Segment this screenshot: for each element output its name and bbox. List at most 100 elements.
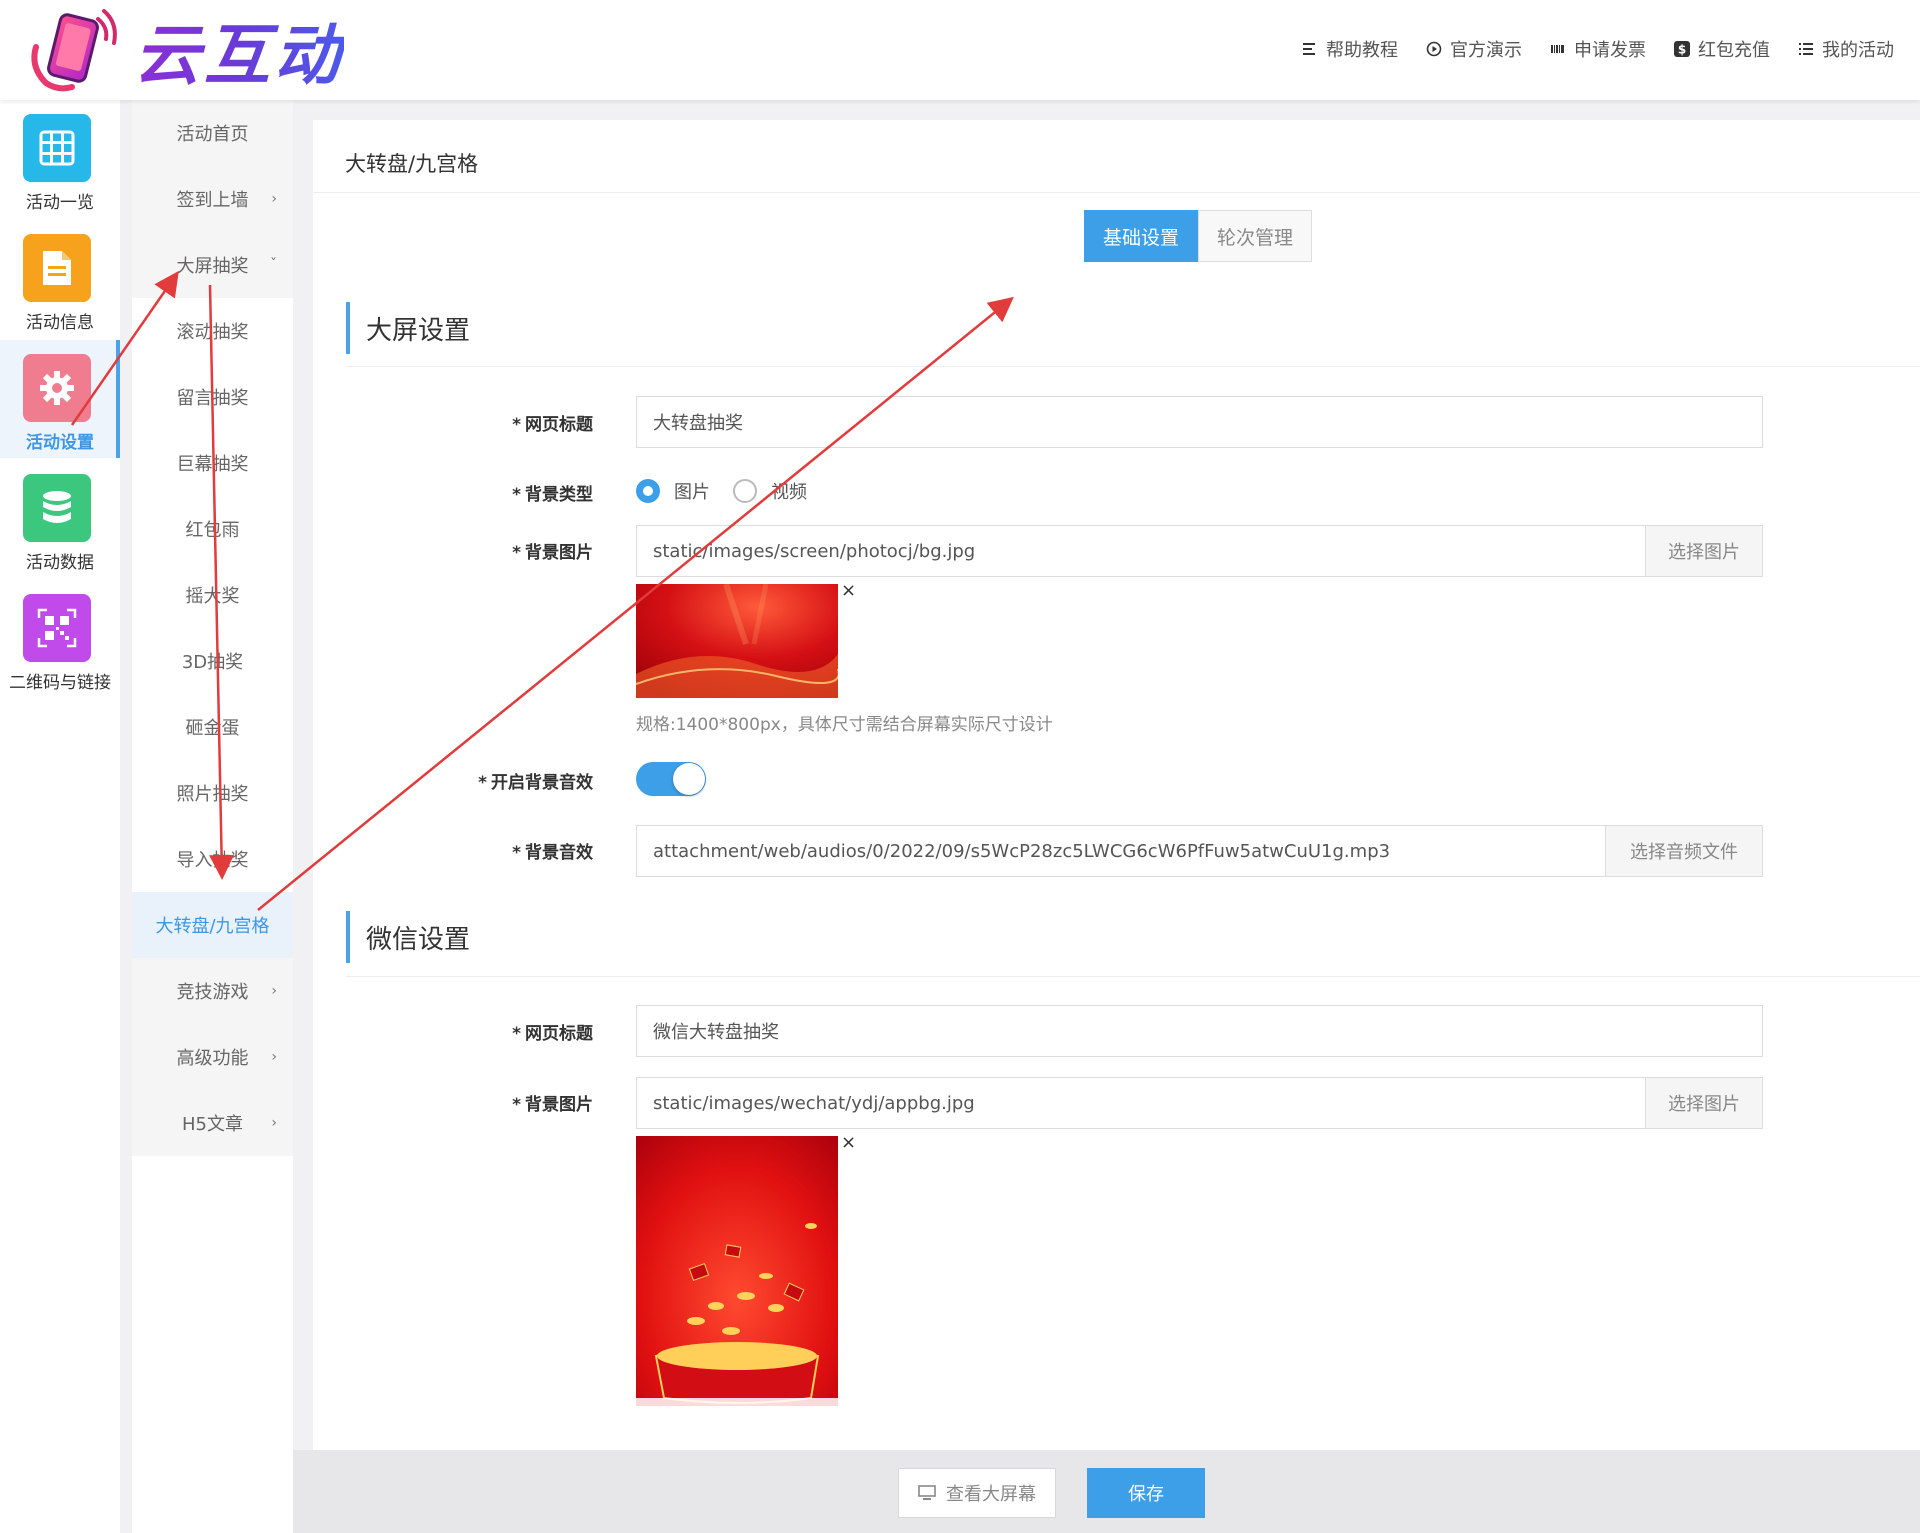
rail-item-activity-data[interactable]: 活动数据 bbox=[0, 460, 120, 578]
subnav-item-red-packet-rain[interactable]: 红包雨 bbox=[132, 496, 293, 562]
chevron-right-icon: › bbox=[271, 983, 277, 999]
divider bbox=[346, 976, 1920, 977]
rail-label: 活动数据 bbox=[26, 553, 94, 573]
radio-label: 图片 bbox=[674, 482, 710, 503]
bg-type-image-radio[interactable]: 图片 bbox=[636, 478, 710, 504]
nav-invoice-label: 申请发票 bbox=[1574, 40, 1646, 61]
radio-empty-icon bbox=[733, 479, 757, 503]
top-header: 云互动 帮助教程 官方演示 申请发票 $ 红包充值 我的活动 bbox=[0, 0, 1920, 100]
subnav-label: 高级功能 bbox=[176, 1048, 249, 1069]
subnav-label: 3D抽奖 bbox=[181, 652, 244, 673]
nav-help-label: 帮助教程 bbox=[1326, 40, 1398, 61]
view-screen-button[interactable]: 查看大屏幕 bbox=[898, 1468, 1056, 1518]
screen-page-title-input[interactable]: 大转盘抽奖 bbox=[636, 396, 1763, 448]
rail-item-qrcode-link[interactable]: 二维码与链接 bbox=[0, 580, 120, 698]
qrcode-icon bbox=[23, 594, 91, 662]
settings-tabs: 基础设置 轮次管理 bbox=[1084, 210, 1313, 262]
subnav-label: H5文章 bbox=[182, 1114, 243, 1135]
close-icon[interactable]: × bbox=[841, 580, 856, 601]
required-mark: * bbox=[512, 1024, 521, 1044]
subnav-item-games[interactable]: 竞技游戏 › bbox=[132, 958, 293, 1024]
rail-label: 活动设置 bbox=[26, 433, 94, 453]
image-spec-hint: 规格:1400*800px，具体尺寸需结合屏幕实际尺寸设计 bbox=[636, 715, 1053, 735]
rail-label: 二维码与链接 bbox=[9, 673, 111, 693]
subnav-label: 活动首页 bbox=[176, 124, 249, 145]
nav-invoice[interactable]: 申请发票 bbox=[1550, 36, 1646, 62]
subnav-item-import-lottery[interactable]: 导入抽奖 bbox=[132, 826, 293, 892]
wechat-page-title-input[interactable]: 微信大转盘抽奖 bbox=[636, 1005, 1763, 1057]
subnav-item-shake-prize[interactable]: 摇大奖 bbox=[132, 562, 293, 628]
label-text: 背景图片 bbox=[525, 1095, 593, 1115]
chevron-right-icon: › bbox=[271, 191, 277, 207]
radio-label: 视频 bbox=[771, 482, 807, 503]
required-mark: * bbox=[512, 843, 521, 863]
list-icon bbox=[1303, 43, 1315, 55]
subnav-item-3d-lottery[interactable]: 3D抽奖 bbox=[132, 628, 293, 694]
rail-label: 活动一览 bbox=[26, 193, 94, 213]
subnav-item-giant-lottery[interactable]: 巨幕抽奖 bbox=[132, 430, 293, 496]
logo[interactable]: 云互动 bbox=[28, 6, 344, 94]
subnav-item-screen-lottery[interactable]: 大屏抽奖 ˇ bbox=[132, 232, 293, 298]
gear-icon bbox=[23, 354, 91, 422]
subnav-item-wheel-grid[interactable]: 大转盘/九宫格 bbox=[132, 892, 293, 958]
rail-item-activity-info[interactable]: 活动信息 bbox=[0, 220, 120, 338]
icon-rail: 活动一览 活动信息 活动设置 活动数据 二维码与链接 bbox=[0, 100, 120, 1533]
choose-image-button[interactable]: 选择图片 bbox=[1645, 1077, 1763, 1129]
toggle-knob bbox=[673, 763, 705, 795]
section-title-screen: 大屏设置 bbox=[346, 302, 470, 354]
wechat-bg-image-input[interactable]: static/images/wechat/ydj/appbg.jpg bbox=[636, 1077, 1646, 1129]
subnav-item-golden-egg[interactable]: 砸金蛋 bbox=[132, 694, 293, 760]
tab-round-management[interactable]: 轮次管理 bbox=[1198, 210, 1313, 262]
subnav-item-message-lottery[interactable]: 留言抽奖 bbox=[132, 364, 293, 430]
bg-type-video-radio[interactable]: 视频 bbox=[733, 478, 807, 504]
nav-recharge[interactable]: $ 红包充值 bbox=[1674, 36, 1770, 62]
bg-sound-toggle-label: * 开启背景音效 bbox=[313, 768, 593, 793]
subnav-label: 砸金蛋 bbox=[185, 718, 240, 739]
required-mark: * bbox=[512, 1095, 521, 1115]
rail-item-activity-settings[interactable]: 活动设置 bbox=[0, 340, 120, 458]
play-circle-icon bbox=[1426, 41, 1442, 57]
view-screen-label: 查看大屏幕 bbox=[946, 1484, 1036, 1505]
choose-audio-button[interactable]: 选择音频文件 bbox=[1605, 825, 1763, 877]
rail-label: 活动信息 bbox=[26, 313, 94, 333]
subnav-label: 摇大奖 bbox=[185, 586, 240, 607]
subnav-label: 大转盘/九宫格 bbox=[155, 916, 270, 937]
required-mark: * bbox=[512, 485, 521, 505]
subnav-item-home[interactable]: 活动首页 bbox=[132, 100, 293, 166]
chevron-down-icon: ˇ bbox=[270, 257, 277, 273]
bg-sound-input[interactable]: attachment/web/audios/0/2022/09/s5WcP28z… bbox=[636, 825, 1606, 877]
wechat-bg-image-label: * 背景图片 bbox=[313, 1090, 593, 1115]
page-title: 大转盘/九宫格 bbox=[345, 152, 479, 176]
document-icon bbox=[23, 234, 91, 302]
nav-demo[interactable]: 官方演示 bbox=[1426, 36, 1522, 62]
monitor-icon bbox=[918, 1485, 936, 1500]
divider bbox=[313, 192, 1920, 193]
footer-bar: 查看大屏幕 保存 bbox=[293, 1450, 1920, 1533]
close-icon[interactable]: × bbox=[841, 1132, 856, 1153]
nav-my-activity[interactable]: 我的活动 bbox=[1798, 36, 1894, 62]
screen-bg-image-input[interactable]: static/images/screen/photocj/bg.jpg bbox=[636, 525, 1646, 577]
label-text: 网页标题 bbox=[525, 415, 593, 435]
tab-basic-settings[interactable]: 基础设置 bbox=[1084, 210, 1199, 262]
top-nav: 帮助教程 官方演示 申请发票 $ 红包充值 我的活动 bbox=[1302, 36, 1894, 62]
subnav-label: 照片抽奖 bbox=[176, 784, 249, 805]
save-button[interactable]: 保存 bbox=[1087, 1468, 1205, 1518]
nav-help[interactable]: 帮助教程 bbox=[1302, 36, 1398, 62]
radio-selected-icon bbox=[636, 479, 660, 503]
nav-recharge-label: 红包充值 bbox=[1698, 40, 1770, 61]
subnav-item-photo-lottery[interactable]: 照片抽奖 bbox=[132, 760, 293, 826]
bg-sound-toggle[interactable] bbox=[636, 762, 706, 796]
label-text: 开启背景音效 bbox=[491, 773, 593, 793]
choose-image-button[interactable]: 选择图片 bbox=[1645, 525, 1763, 577]
main-panel: 大转盘/九宫格 基础设置 轮次管理 大屏设置 * 网页标题 大转盘抽奖 * 背景类型… bbox=[313, 120, 1920, 1450]
rail-item-activity-list[interactable]: 活动一览 bbox=[0, 100, 120, 218]
section-title-wechat: 微信设置 bbox=[346, 911, 470, 963]
subnav-item-h5-article[interactable]: H5文章 › bbox=[132, 1090, 293, 1156]
grid-icon bbox=[23, 114, 91, 182]
divider bbox=[346, 366, 1920, 367]
svg-text:$: $ bbox=[1678, 43, 1686, 57]
subnav-item-checkin-wall[interactable]: 签到上墙 › bbox=[132, 166, 293, 232]
subnav-item-advanced[interactable]: 高级功能 › bbox=[132, 1024, 293, 1090]
subnav-item-scroll-lottery[interactable]: 滚动抽奖 bbox=[132, 298, 293, 364]
label-text: 网页标题 bbox=[525, 1024, 593, 1044]
